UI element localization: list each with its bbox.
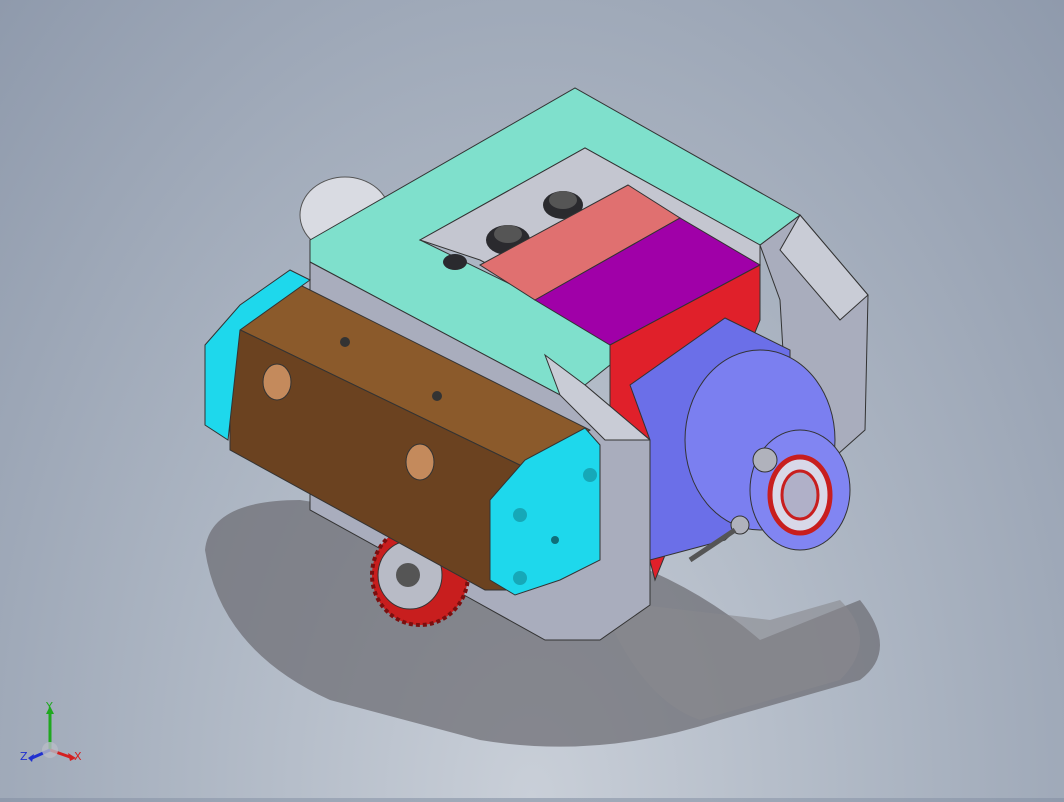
z-axis-label: Z — [20, 750, 28, 763]
hole-icon — [513, 508, 527, 522]
model-render[interactable] — [0, 0, 1064, 798]
axis-triad[interactable]: Y X Z — [18, 700, 88, 775]
motor-bore-inner — [780, 469, 820, 521]
hole-icon — [551, 536, 559, 544]
3d-viewport[interactable]: Y X Z — [0, 0, 1064, 798]
axis-triad-icon — [28, 706, 76, 762]
screw-icon[interactable] — [752, 447, 778, 473]
hole-icon — [432, 391, 442, 401]
hole-icon — [583, 468, 597, 482]
hole-icon — [513, 571, 527, 585]
hex-nut-3[interactable] — [443, 254, 467, 270]
dowel-icon — [405, 443, 435, 481]
x-axis-label: X — [74, 750, 82, 763]
hole-icon — [340, 337, 350, 347]
y-axis-label: Y — [46, 700, 53, 713]
dowel-icon — [262, 363, 292, 401]
